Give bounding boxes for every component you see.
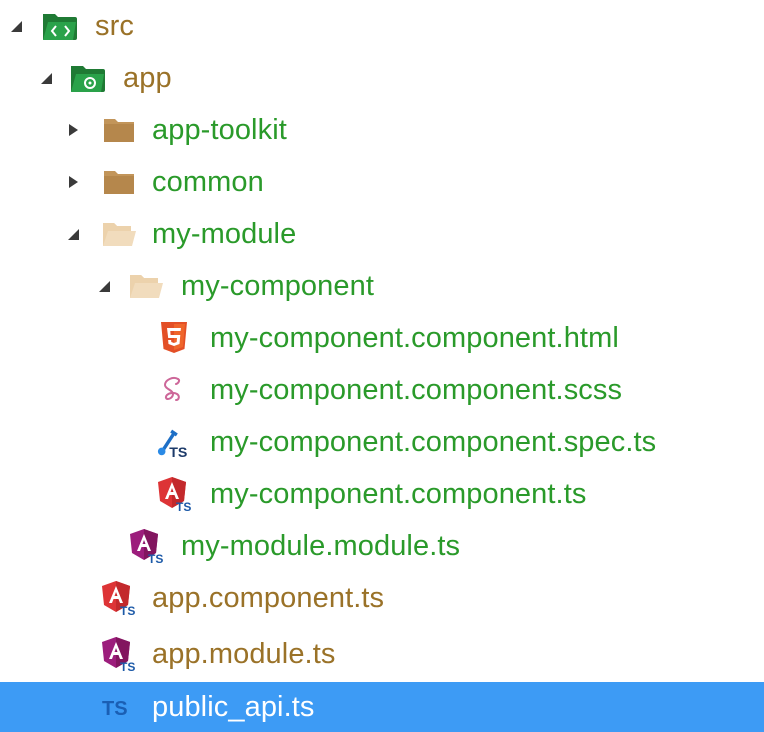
tree-row-file[interactable]: TS my-component.component.ts (0, 468, 764, 520)
svg-text:TS: TS (169, 445, 187, 459)
tree-row-label: app (123, 62, 172, 94)
tree-row-label: my-component.component.html (210, 322, 619, 354)
file-explorer-tree: src app app-toolkit common my-module my-… (0, 0, 764, 732)
angular-component-icon: TS (156, 476, 192, 512)
expanded-arrow-icon[interactable] (65, 226, 81, 242)
tree-row-common[interactable]: common (0, 156, 764, 208)
collapsed-arrow-icon[interactable] (65, 174, 81, 190)
svg-text:TS: TS (148, 552, 163, 564)
source-folder-icon (42, 8, 78, 44)
tree-row-selected[interactable]: TS public_api.ts (0, 682, 764, 732)
angular-module-icon: TS (100, 636, 136, 672)
folder-closed-icon (101, 112, 137, 148)
expanded-arrow-icon[interactable] (96, 278, 112, 294)
angular-component-icon: TS (100, 580, 136, 616)
tree-row-file[interactable]: my-component.component.html (0, 312, 764, 364)
tree-row-label: my-module.module.ts (181, 530, 461, 562)
svg-text:TS: TS (102, 698, 128, 720)
tree-row-file[interactable]: TS app.module.ts (0, 628, 764, 680)
expanded-arrow-icon[interactable] (38, 70, 54, 86)
svg-text:TS: TS (120, 660, 135, 672)
sass-icon (156, 372, 192, 408)
tree-row-label: app-toolkit (152, 114, 287, 146)
tree-row-label: public_api.ts (152, 691, 315, 723)
html5-icon (156, 320, 192, 356)
tree-row-file[interactable]: TS app.component.ts (0, 572, 764, 624)
collapsed-arrow-icon[interactable] (65, 122, 81, 138)
tree-row-label: my-module (152, 218, 297, 250)
angular-module-icon: TS (128, 528, 164, 564)
tree-row-file[interactable]: my-component.component.scss (0, 364, 764, 416)
svg-text:TS: TS (176, 500, 191, 512)
tree-row-label: my-component.component.spec.ts (210, 426, 657, 458)
tree-row-my-component[interactable]: my-component (0, 260, 764, 312)
typescript-icon: TS (100, 689, 136, 725)
tree-row-src[interactable]: src (0, 0, 764, 52)
tree-row-label: app.module.ts (152, 638, 336, 670)
tree-row-app[interactable]: app (0, 52, 764, 104)
tree-row-my-module[interactable]: my-module (0, 208, 764, 260)
tree-row-file[interactable]: TS my-module.module.ts (0, 520, 764, 572)
tree-row-label: my-component.component.ts (210, 478, 587, 510)
app-folder-icon (70, 60, 106, 96)
tree-row-label: common (152, 166, 264, 198)
tree-row-file[interactable]: TS my-component.component.spec.ts (0, 416, 764, 468)
folder-closed-icon (101, 164, 137, 200)
tree-row-label: my-component.component.scss (210, 374, 623, 406)
folder-open-icon (128, 268, 164, 304)
expanded-arrow-icon[interactable] (8, 18, 24, 34)
svg-text:TS: TS (120, 604, 135, 616)
tree-row-label: my-component (181, 270, 374, 302)
tree-row-label: app.component.ts (152, 582, 385, 614)
tree-row-label: src (95, 10, 134, 42)
folder-open-icon (101, 216, 137, 252)
spec-test-icon: TS (156, 424, 192, 460)
tree-row-app-toolkit[interactable]: app-toolkit (0, 104, 764, 156)
